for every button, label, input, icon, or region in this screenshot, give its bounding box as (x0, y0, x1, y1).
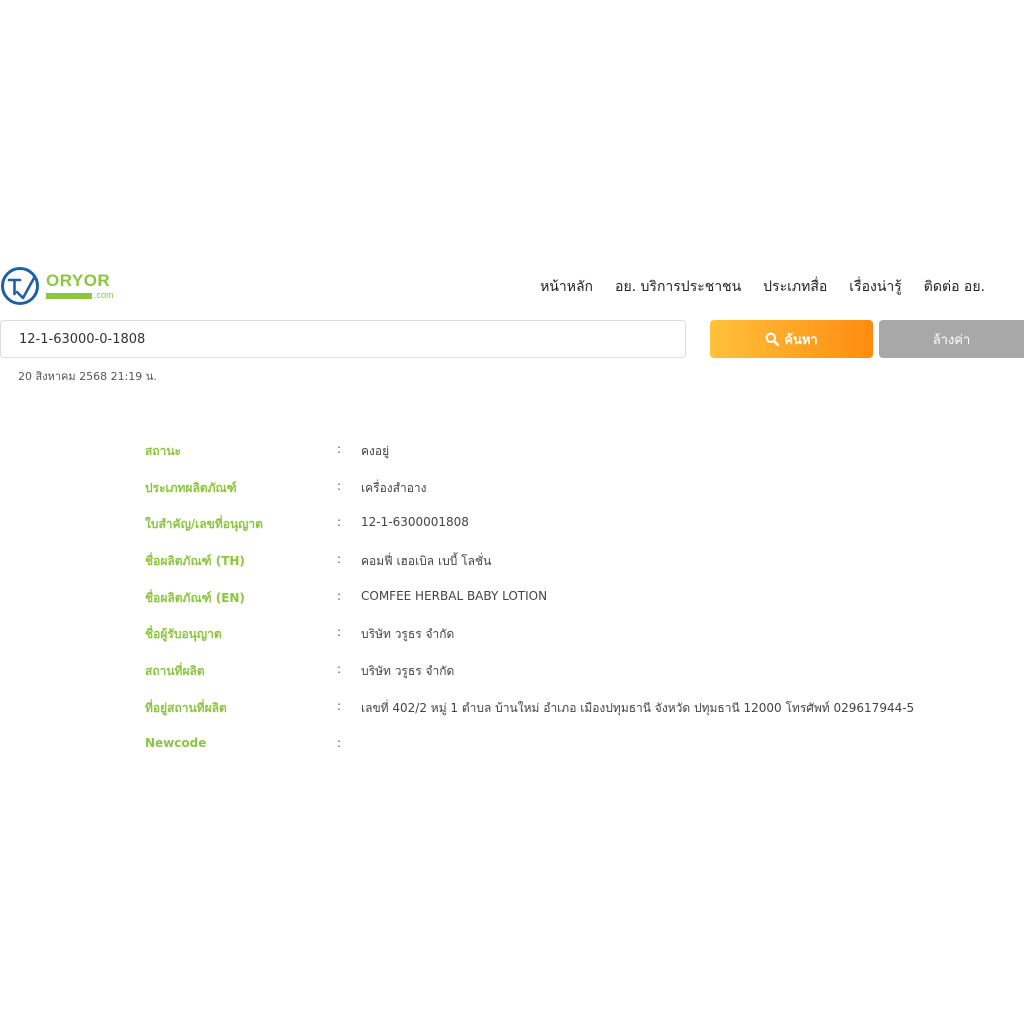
main-nav: หน้าหลัก อย. บริการประชาชน ประเภทสื่อ เร… (540, 276, 985, 298)
detail-separator: : (337, 735, 342, 750)
search-button[interactable]: ค้นหา (710, 320, 873, 358)
detail-label: ชื่อผลิตภัณฑ์ (TH) (145, 554, 245, 569)
detail-row-manufacturer: สถานที่ผลิต : บริษัท วรูธร จำกัด (145, 662, 985, 699)
detail-label: ใบสำคัญ/เลขที่อนุญาต (145, 517, 263, 532)
nav-item-public-services[interactable]: อย. บริการประชาชน (615, 276, 741, 298)
detail-label: ชื่อผู้รับอนุญาต (145, 627, 222, 642)
clear-button-label: ล้างค่า (932, 332, 971, 348)
nav-item-articles[interactable]: เรื่องน่ารู้ (849, 276, 902, 298)
search-icon (765, 332, 780, 346)
detail-label: ประเภทผลิตภัณฑ์ (145, 480, 237, 495)
detail-value: 12-1-6300001808 (361, 515, 469, 530)
detail-row-licensee: ชื่อผู้รับอนุญาต : บริษัท วรูธร จำกัด (145, 625, 985, 662)
detail-row-newcode: Newcode : (145, 736, 985, 773)
detail-separator: : (337, 442, 342, 456)
detail-row-status: สถานะ : คงอยู่ (145, 442, 985, 479)
timestamp: 20 สิงหาคม 2568 21:19 น. (18, 370, 157, 383)
detail-row-license-number: ใบสำคัญ/เลขที่อนุญาต : 12-1-6300001808 (145, 515, 985, 552)
logo[interactable]: ORYOR .com (0, 264, 130, 308)
detail-value: บริษัท วรูธร จำกัด (361, 627, 455, 642)
detail-value: คงอยู่ (361, 444, 390, 458)
detail-row-product-name-th: ชื่อผลิตภัณฑ์ (TH) : คอมฟี่ เฮอเบิล เบบี… (145, 552, 985, 589)
clear-button[interactable]: ล้างค่า (879, 320, 1024, 358)
nav-item-media-types[interactable]: ประเภทสื่อ (763, 276, 827, 298)
detail-separator: : (337, 515, 342, 530)
search-input[interactable] (0, 320, 686, 358)
detail-row-manufacturer-address: ที่อยู่สถานที่ผลิต : เลขที่ 402/2 หมู่ 1… (145, 699, 985, 736)
logo-suffix: .com (94, 290, 114, 300)
detail-separator: : (337, 662, 342, 677)
detail-value: เครื่องสำอาง (361, 480, 427, 495)
nav-item-home[interactable]: หน้าหลัก (540, 276, 593, 298)
logo-word: ORYOR (46, 271, 111, 290)
header: ORYOR .com หน้าหลัก อย. บริการประชาชน ปร… (0, 262, 1024, 310)
detail-label: ที่อยู่สถานที่ผลิต (145, 700, 227, 715)
detail-separator: : (337, 625, 342, 640)
detail-value: เลขที่ 402/2 หมู่ 1 ตำบล บ้านใหม่ อำเภอ … (361, 700, 915, 715)
detail-value: บริษัท วรูธร จำกัด (361, 664, 455, 679)
detail-label: สถานะ (145, 444, 181, 458)
logo-text: ORYOR .com (46, 272, 114, 300)
detail-separator: : (337, 478, 342, 493)
detail-separator: : (337, 698, 342, 713)
product-details: สถานะ : คงอยู่ ประเภทผลิตภัณฑ์ : เครื่อง… (145, 442, 985, 772)
detail-label: ชื่อผลิตภัณฑ์ (EN) (145, 590, 245, 605)
detail-row-product-name-en: ชื่อผลิตภัณฑ์ (EN) : COMFEE HERBAL BABY … (145, 589, 985, 626)
detail-value: COMFEE HERBAL BABY LOTION (361, 588, 548, 603)
page: ORYOR .com หน้าหลัก อย. บริการประชาชน ปร… (0, 0, 1024, 1024)
detail-separator: : (337, 552, 342, 567)
detail-row-product-type: ประเภทผลิตภัณฑ์ : เครื่องสำอาง (145, 479, 985, 516)
nav-item-contact[interactable]: ติดต่อ อย. (924, 276, 985, 298)
detail-value: คอมฟี่ เฮอเบิล เบบี้ โลชั่น (361, 554, 492, 569)
detail-separator: : (337, 588, 342, 603)
detail-label: Newcode (145, 735, 207, 750)
logo-bar: .com (46, 291, 114, 300)
logo-bar-line (46, 292, 92, 299)
oryor-mark-icon (1, 267, 39, 305)
detail-label: สถานที่ผลิต (145, 664, 205, 679)
search-button-label: ค้นหา (784, 332, 818, 348)
